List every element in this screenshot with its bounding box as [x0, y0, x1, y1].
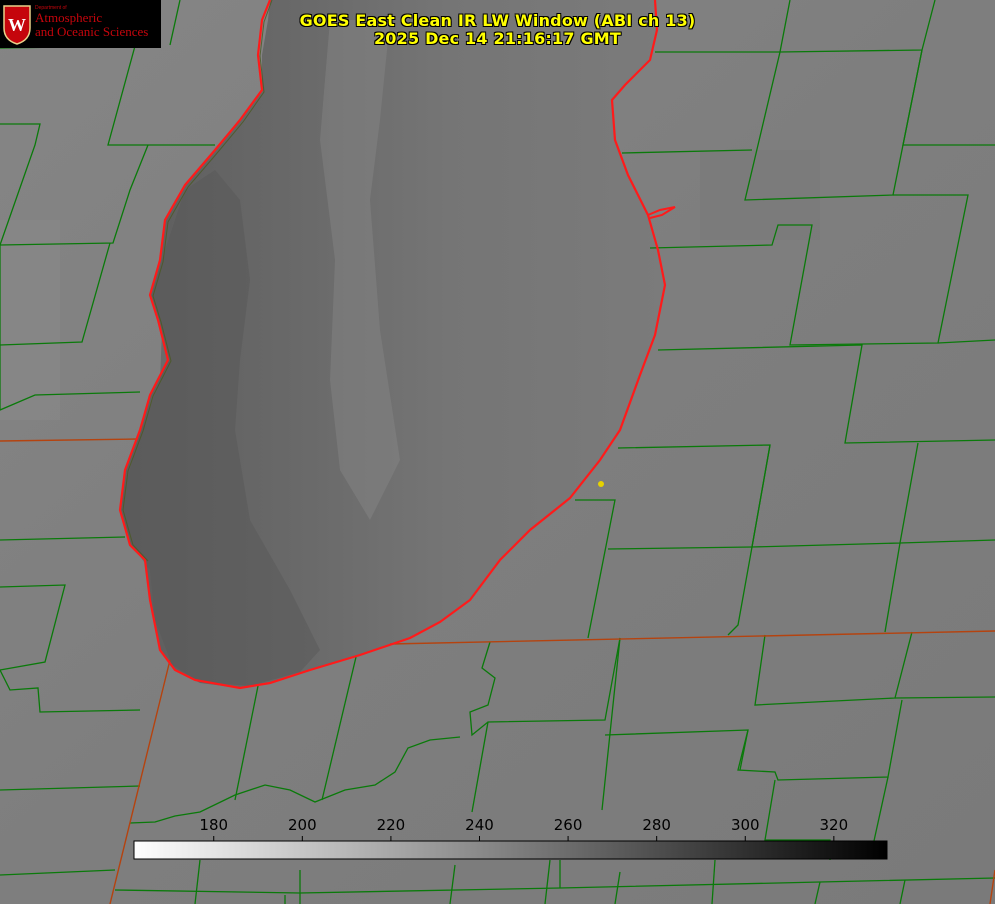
colorbar-tick-label: 280	[642, 816, 671, 834]
satellite-map-view: 180 200 220 240 260 280 300 320 GOES East Clean…	[0, 0, 995, 904]
logo-line-1: Atmospheric	[35, 10, 103, 25]
svg-text:W: W	[8, 15, 26, 35]
location-marker	[598, 481, 604, 487]
aos-logo: W Department of Atmospheric and Oceanic …	[0, 0, 161, 48]
colorbar-tick-label: 320	[820, 816, 849, 834]
uw-crest-icon: W	[3, 5, 31, 45]
land-patch	[0, 220, 60, 420]
colorbar-tick-label: 260	[554, 816, 583, 834]
colorbar-tick-label: 180	[199, 816, 228, 834]
colorbar-tick-label: 200	[288, 816, 317, 834]
logo-line-2: and Oceanic Sciences	[35, 24, 149, 39]
land-patch	[700, 150, 820, 240]
colorbar-gradient	[133, 840, 888, 860]
colorbar-tick-label: 240	[465, 816, 494, 834]
colorbar-tick-label: 220	[377, 816, 406, 834]
colorbar-tick-label: 300	[731, 816, 760, 834]
map-canvas: 180 200 220 240 260 280 300 320	[0, 0, 995, 904]
